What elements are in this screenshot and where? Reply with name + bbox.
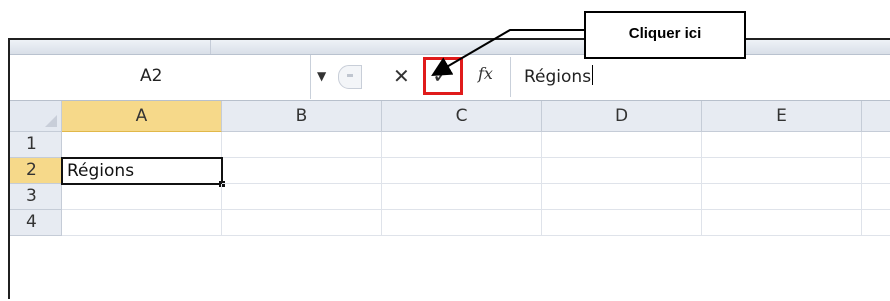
callout-arrow-icon [431,29,584,77]
